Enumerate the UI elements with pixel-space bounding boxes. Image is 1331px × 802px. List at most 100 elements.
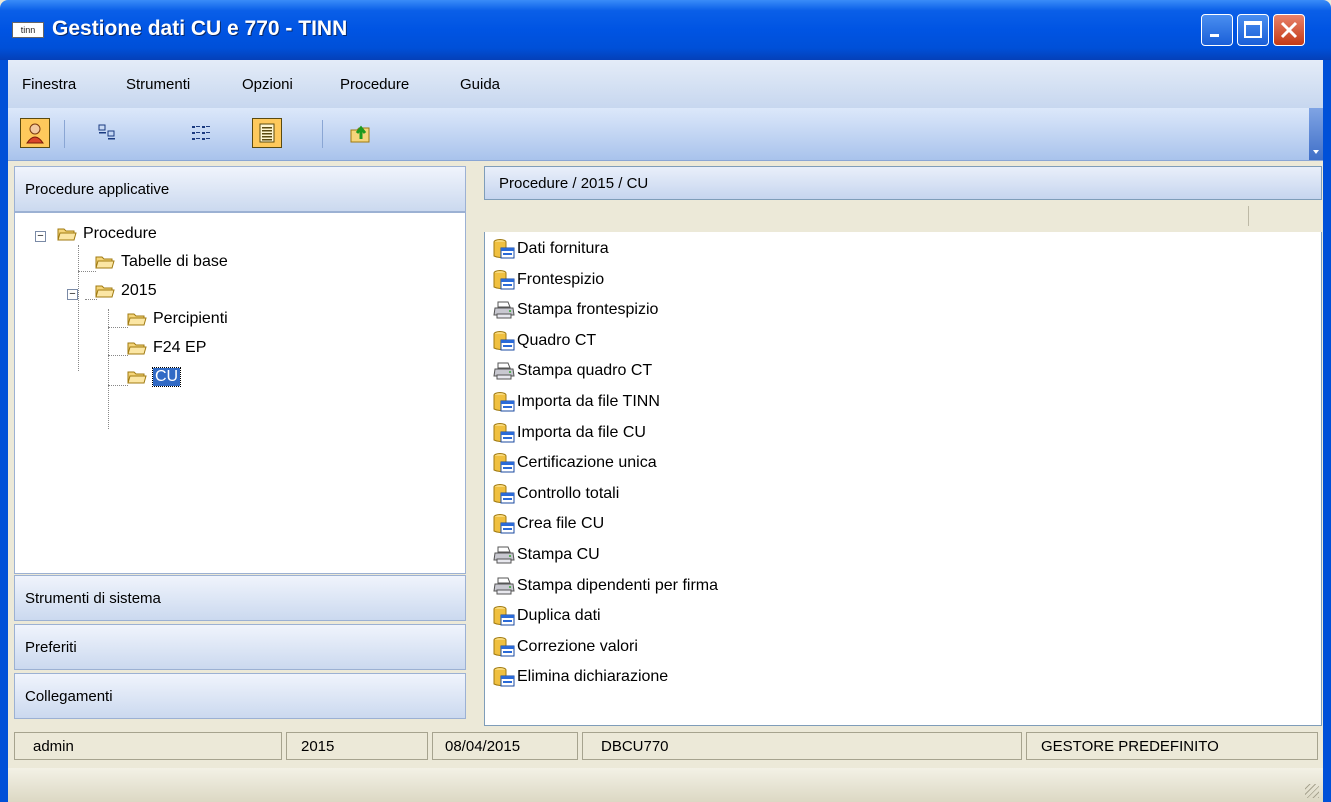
- list-item[interactable]: Dati fornitura: [493, 238, 609, 260]
- database-form-icon: [493, 422, 515, 444]
- large-icons-icon: [98, 124, 115, 140]
- section-label: Procedure applicative: [25, 181, 170, 198]
- tree-node-f24ep[interactable]: F24 EP: [127, 339, 206, 357]
- tree-line: [108, 327, 128, 328]
- folder-open-icon: [57, 228, 77, 241]
- window-bottom-bar: [8, 768, 1323, 802]
- tree-label: 2015: [121, 282, 157, 299]
- printer-icon: [493, 544, 515, 566]
- database-form-icon: [493, 238, 515, 260]
- tree-node-percipienti[interactable]: Percipienti: [127, 310, 228, 328]
- tree-line: [108, 355, 128, 356]
- section-strumenti-di-sistema[interactable]: Strumenti di sistema: [14, 575, 466, 621]
- list-item[interactable]: Duplica dati: [493, 605, 601, 627]
- status-date-text: 08/04/2015: [445, 738, 521, 755]
- small-icons-button[interactable]: [186, 118, 216, 148]
- list-item-label: Stampa dipendenti per firma: [517, 576, 718, 594]
- folder-open-icon: [95, 285, 115, 298]
- toolbar-overflow-button[interactable]: [1309, 108, 1323, 160]
- toolbar-separator: [322, 120, 323, 148]
- large-icons-button[interactable]: [92, 118, 122, 148]
- printer-icon: [493, 299, 515, 321]
- list-item[interactable]: Stampa CU: [493, 544, 600, 566]
- window-title: Gestione dati CU e 770 - TINN: [52, 17, 348, 40]
- tree-node-2015[interactable]: 2015: [95, 282, 157, 300]
- app-window: tinn Gestione dati CU e 770 - TINN Fines…: [0, 0, 1331, 802]
- user-icon: [26, 123, 44, 144]
- details-button[interactable]: [252, 118, 282, 148]
- minimize-button[interactable]: [1201, 14, 1233, 46]
- list-item[interactable]: Importa da file CU: [493, 422, 646, 444]
- menu-guida[interactable]: Guida: [460, 76, 500, 93]
- list-item-label: Importa da file CU: [517, 423, 646, 441]
- folder-up-button[interactable]: [346, 118, 376, 148]
- section-procedure-applicative[interactable]: Procedure applicative: [14, 166, 466, 212]
- section-preferiti[interactable]: Preferiti: [14, 624, 466, 670]
- list-item[interactable]: Elimina dichiarazione: [493, 666, 668, 688]
- minimize-icon: [1210, 34, 1219, 37]
- left-panel: Procedure applicative − Procedure Tabell…: [14, 166, 466, 724]
- breadcrumb: Procedure / 2015 / CU: [484, 166, 1322, 200]
- toolbar-separator: [64, 120, 65, 148]
- section-label: Strumenti di sistema: [25, 590, 161, 607]
- list-item[interactable]: Frontespizio: [493, 269, 604, 291]
- tree-node-tabelle[interactable]: Tabelle di base: [95, 253, 228, 271]
- resize-grip-icon[interactable]: [1305, 784, 1319, 798]
- small-icons-icon: [192, 126, 210, 140]
- list-header: [484, 200, 1322, 233]
- status-date: 08/04/2015: [432, 732, 578, 760]
- section-collegamenti[interactable]: Collegamenti: [14, 673, 466, 719]
- database-form-icon: [493, 452, 515, 474]
- tree-collapse-2015[interactable]: −: [67, 289, 78, 300]
- list-item[interactable]: Quadro CT: [493, 330, 596, 352]
- list-item[interactable]: Stampa frontespizio: [493, 299, 658, 321]
- title-bar[interactable]: tinn Gestione dati CU e 770 - TINN: [0, 0, 1331, 60]
- window-frame-right: [1323, 60, 1331, 802]
- tree-node-cu[interactable]: CU: [127, 367, 182, 387]
- right-panel: Procedure / 2015 / CU Dati fornitura Fron…: [484, 166, 1322, 728]
- database-form-icon: [493, 636, 515, 658]
- list-item[interactable]: Stampa dipendenti per firma: [493, 575, 718, 597]
- tree-node-procedure[interactable]: Procedure: [57, 225, 157, 243]
- list-item[interactable]: Crea file CU: [493, 513, 604, 535]
- status-year-text: 2015: [301, 738, 335, 755]
- database-form-icon: [493, 605, 515, 627]
- maximize-button[interactable]: [1237, 14, 1269, 46]
- tree-line: [108, 385, 128, 386]
- maximize-icon: [1244, 21, 1262, 38]
- tree-collapse-procedure[interactable]: −: [35, 231, 46, 242]
- menu-opzioni[interactable]: Opzioni: [242, 76, 293, 93]
- database-form-icon: [493, 330, 515, 352]
- menu-bar: Finestra Strumenti Opzioni Procedure Gui…: [8, 60, 1323, 108]
- column-divider[interactable]: [1248, 206, 1249, 226]
- list-item[interactable]: Stampa quadro CT: [493, 360, 652, 382]
- menu-procedure[interactable]: Procedure: [340, 76, 409, 93]
- toolbar: [8, 108, 1323, 161]
- list-item-label: Importa da file TINN: [517, 393, 660, 410]
- list-item[interactable]: Correzione valori: [493, 636, 638, 658]
- list-item[interactable]: Controllo totali: [493, 483, 619, 505]
- chevron-down-icon: [1313, 150, 1319, 154]
- menu-finestra[interactable]: Finestra: [22, 76, 76, 93]
- window-frame-left: [0, 60, 8, 802]
- printer-icon: [493, 360, 515, 382]
- procedure-list: Dati fornitura Frontespizio Stampa frontes…: [484, 232, 1322, 726]
- close-button[interactable]: [1273, 14, 1305, 46]
- procedure-tree: − Procedure Tabelle di base − 2015 Perci…: [14, 212, 466, 574]
- tree-line: [78, 271, 96, 272]
- database-form-icon: [493, 391, 515, 413]
- list-item-label: Stampa quadro CT: [517, 362, 653, 380]
- status-db-text: DBCU770: [601, 738, 669, 755]
- close-icon: [1280, 21, 1298, 39]
- list-item[interactable]: Certificazione unica: [493, 452, 657, 474]
- list-item-label: Stampa CU: [517, 546, 600, 563]
- details-icon: [259, 123, 275, 143]
- status-user: admin: [14, 732, 282, 760]
- section-label: Preferiti: [25, 639, 77, 656]
- tree-label: F24 EP: [153, 339, 207, 356]
- status-database: DBCU770: [582, 732, 1022, 760]
- user-button[interactable]: [20, 118, 50, 148]
- list-item[interactable]: Importa da file TINN: [493, 391, 660, 413]
- menu-strumenti[interactable]: Strumenti: [126, 76, 190, 93]
- tree-label-selected: CU: [151, 367, 182, 387]
